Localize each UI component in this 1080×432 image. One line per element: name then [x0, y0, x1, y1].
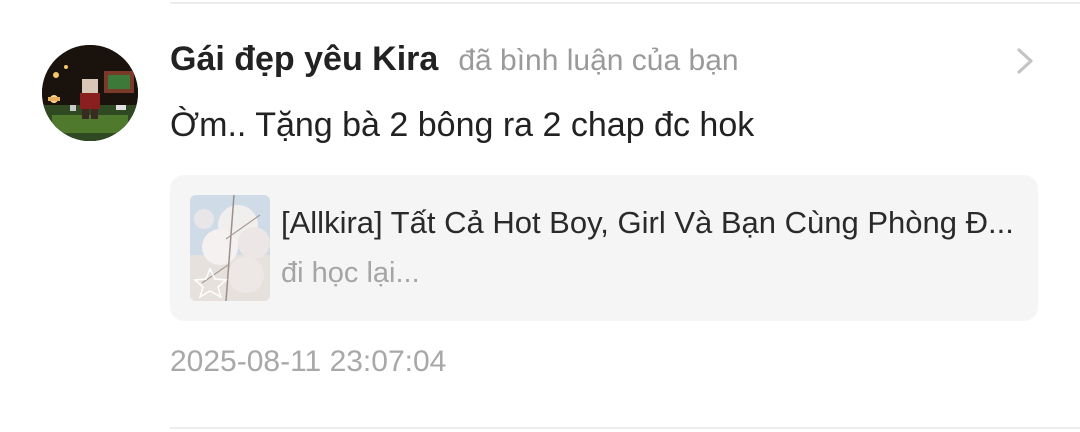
divider-top [170, 2, 1080, 4]
story-subtitle: đi học lại... [281, 257, 420, 289]
divider-bottom [170, 427, 1080, 429]
story-cover-thumbnail [190, 195, 270, 301]
avatar[interactable] [42, 45, 138, 141]
chevron-right-icon[interactable] [1012, 44, 1040, 78]
referenced-story-card[interactable]: [Allkira] Tất Cả Hot Boy, Girl Và Bạn Cù… [170, 175, 1038, 321]
username[interactable]: Gái đẹp yêu Kira [170, 40, 438, 79]
action-text: đã bình luận của bạn [458, 44, 739, 77]
comment-notification[interactable]: Gái đẹp yêu Kira đã bình luận của bạn Ờm… [0, 0, 1080, 432]
comment-text: Ờm.. Tặng bà 2 bông ra 2 chap đc hok [170, 106, 755, 144]
notification-header: Gái đẹp yêu Kira đã bình luận của bạn [170, 40, 739, 86]
story-title: [Allkira] Tất Cả Hot Boy, Girl Và Bạn Cù… [281, 205, 1014, 240]
timestamp: 2025-08-11 23:07:04 [170, 345, 447, 378]
avatar-image [42, 45, 138, 141]
